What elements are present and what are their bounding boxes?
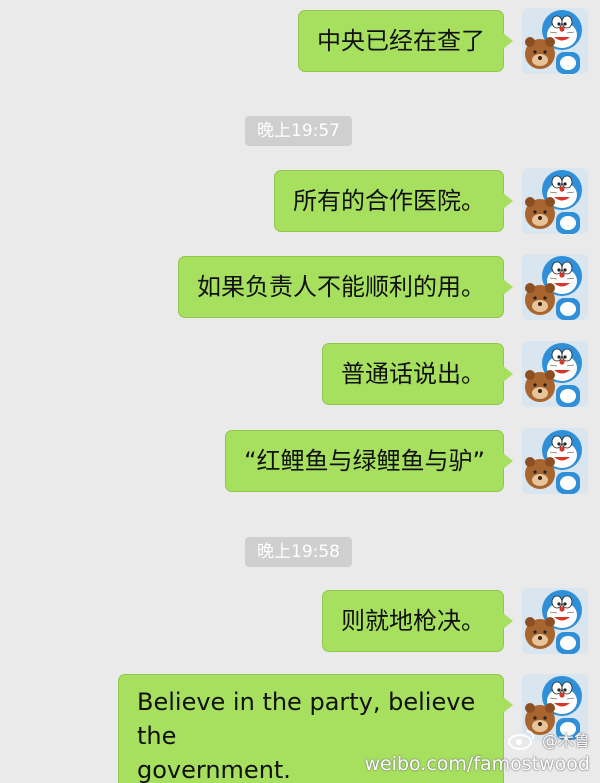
message-bubble[interactable]: 则就地枪决。 <box>322 590 513 652</box>
message-bubble[interactable]: 如果负责人不能顺利的用。 <box>178 256 513 318</box>
message-row: “红鲤鱼与绿鲤鱼与驴” <box>225 428 588 494</box>
watermark-handle: @木鲁 <box>541 731 590 750</box>
message-bubble[interactable]: 普通话说出。 <box>322 343 513 405</box>
message-text: 普通话说出。 <box>341 360 485 388</box>
doraemon-avatar-icon <box>522 588 588 654</box>
avatar[interactable] <box>522 341 588 407</box>
timestamp: 晚上19:57 <box>245 116 352 146</box>
message-text: “红鲤鱼与绿鲤鱼与驴” <box>244 447 485 475</box>
message-row: 如果负责人不能顺利的用。 <box>178 254 588 320</box>
doraemon-avatar-icon <box>522 341 588 407</box>
watermark-site: weibo.com/famostwood <box>364 753 590 775</box>
avatar[interactable] <box>522 254 588 320</box>
message-text: 所有的合作医院。 <box>293 187 485 215</box>
weibo-logo-icon <box>507 730 535 750</box>
avatar[interactable] <box>522 8 588 74</box>
weibo-watermark: @木鲁 weibo.com/famostwood <box>364 727 590 775</box>
avatar[interactable] <box>522 168 588 234</box>
chat-screen: 中央已经在查了 晚上19:57 所有的合作医院。 如果负责人不能顺利的用。 普通… <box>0 0 600 783</box>
message-row: 所有的合作医院。 <box>274 168 588 234</box>
avatar[interactable] <box>522 428 588 494</box>
message-bubble[interactable]: 所有的合作医院。 <box>274 170 513 232</box>
message-bubble[interactable]: 中央已经在查了 <box>298 10 513 72</box>
message-row: 普通话说出。 <box>322 341 588 407</box>
timestamp: 晚上19:58 <box>245 537 352 567</box>
message-text: 则就地枪决。 <box>341 607 485 635</box>
message-text: 中央已经在查了 <box>317 27 485 55</box>
message-text: 如果负责人不能顺利的用。 <box>197 273 485 301</box>
doraemon-avatar-icon <box>522 168 588 234</box>
avatar[interactable] <box>522 588 588 654</box>
message-bubble[interactable]: “红鲤鱼与绿鲤鱼与驴” <box>225 430 513 492</box>
doraemon-avatar-icon <box>522 254 588 320</box>
doraemon-avatar-icon <box>522 8 588 74</box>
message-row: 中央已经在查了 <box>298 8 588 74</box>
doraemon-avatar-icon <box>522 428 588 494</box>
message-row: 则就地枪决。 <box>322 588 588 654</box>
